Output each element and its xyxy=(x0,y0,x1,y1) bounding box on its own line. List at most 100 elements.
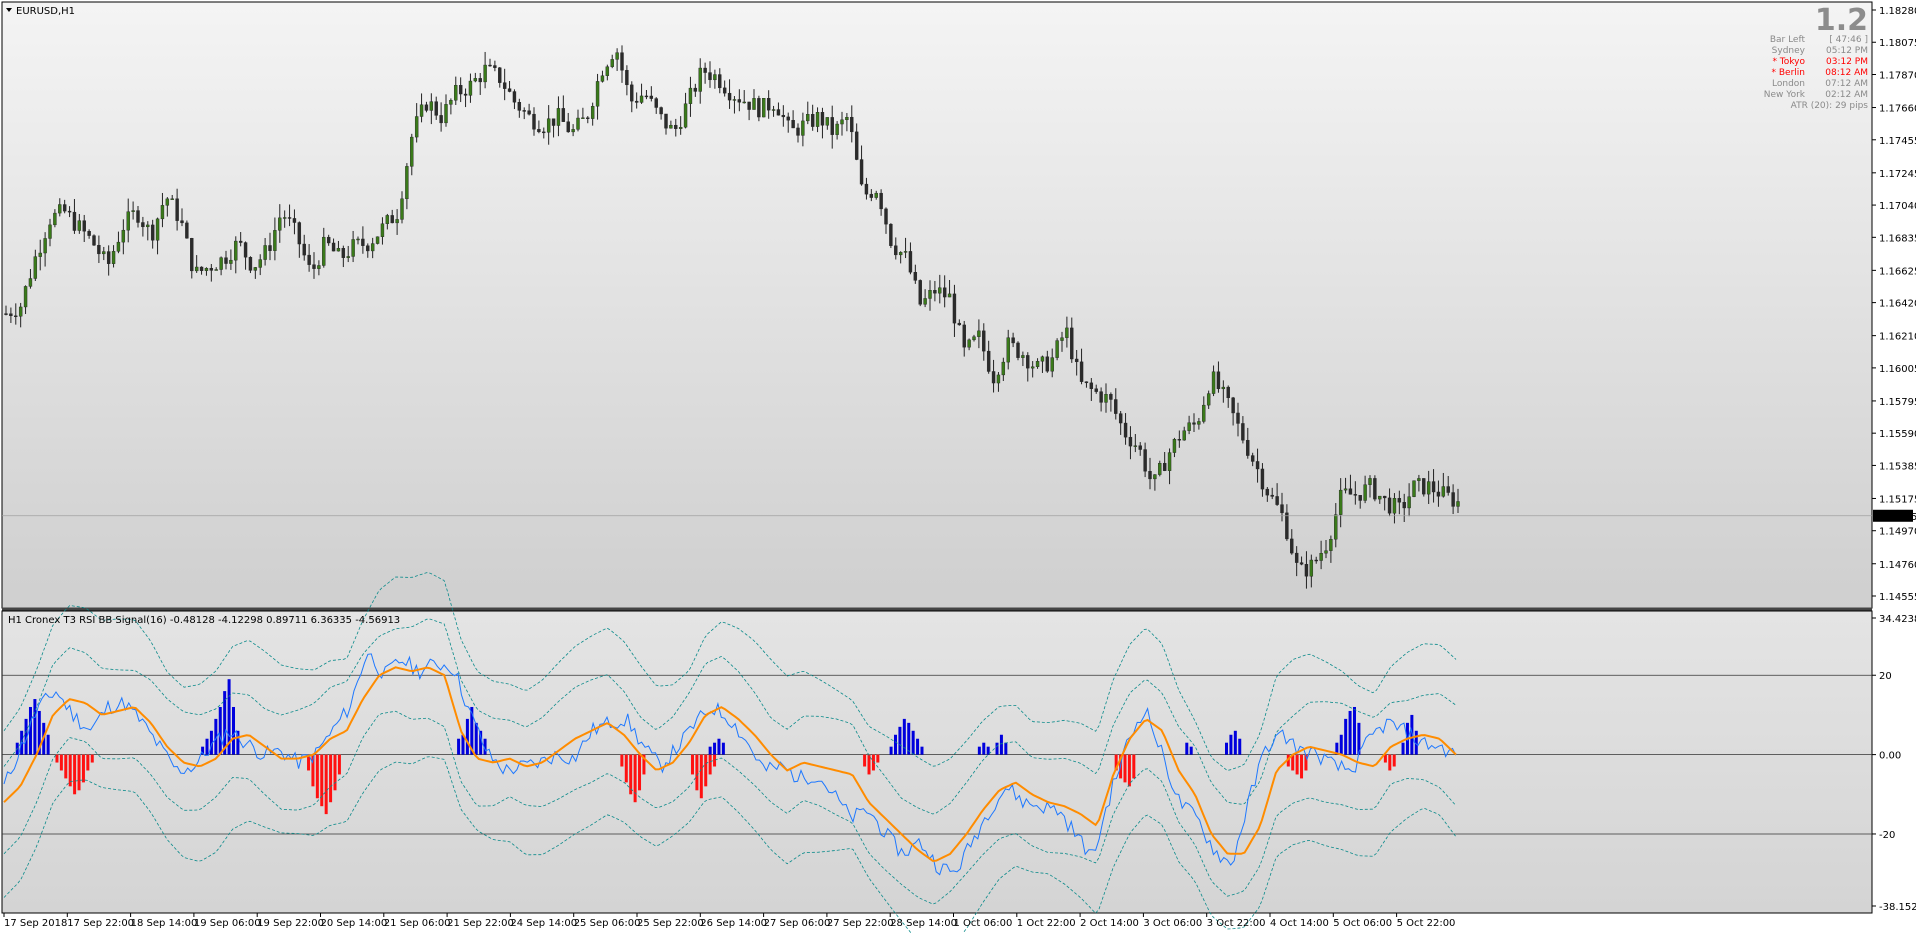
candle-bear xyxy=(498,67,502,83)
candle-bear xyxy=(1074,358,1079,363)
candle-bull xyxy=(576,117,580,130)
time-tick-label: 17 Sep 2018 xyxy=(4,918,67,929)
histogram-bar-pos xyxy=(1401,742,1405,755)
candle-bull xyxy=(1363,484,1367,501)
candle-bull xyxy=(410,136,414,167)
candle-bear xyxy=(991,371,996,384)
candle-bull xyxy=(732,99,737,101)
time-tick-label: 21 Sep 22:00 xyxy=(447,918,514,929)
candle-bull xyxy=(395,219,399,224)
price-tick-label: 1.16210 xyxy=(1879,332,1916,343)
candle-bear xyxy=(766,98,771,111)
candle-bear xyxy=(1314,559,1318,562)
price-pane[interactable] xyxy=(2,2,1872,608)
session-label: * Tokyo xyxy=(1772,57,1805,67)
candle-bear xyxy=(1162,462,1167,471)
indicator-tick-label: 34.42389 xyxy=(1879,614,1916,625)
price-tick-label: 1.16005 xyxy=(1879,364,1916,375)
info-big-value: 1.2 xyxy=(1815,3,1868,38)
histogram-bar-pos xyxy=(1352,706,1356,755)
candle-bull xyxy=(1133,445,1138,447)
candle-bull xyxy=(346,256,350,258)
price-tick-label: 1.17455 xyxy=(1879,136,1916,147)
candle-bull xyxy=(1035,361,1040,367)
candle-bull xyxy=(590,106,595,119)
histogram-bar-neg xyxy=(1127,754,1131,787)
candle-bull xyxy=(1334,514,1338,540)
candle-bear xyxy=(439,115,443,124)
histogram-bar-pos xyxy=(1225,742,1229,755)
candle-bull xyxy=(28,278,33,287)
indicator-axis[interactable]: 34.42389 20 0.00 -20 -38.15277 xyxy=(1872,614,1916,913)
candle-bull xyxy=(116,241,121,252)
candle-bull xyxy=(155,218,160,241)
candle-bull xyxy=(131,210,135,212)
price-tick-label: 1.14760 xyxy=(1879,560,1916,571)
time-tick-label: 28 Sep 14:00 xyxy=(890,918,957,929)
histogram-bar-pos xyxy=(223,691,227,755)
candle-bull xyxy=(405,166,409,200)
candle-bull xyxy=(419,104,424,117)
candle-bull xyxy=(845,116,849,121)
histogram-bar-neg xyxy=(863,754,867,767)
candle-bear xyxy=(1177,439,1182,441)
time-axis[interactable]: 17 Sep 2018 17 Sep 22:0018 Sep 14:0019 Se… xyxy=(3,913,1455,929)
indicator-tick-label: -38.15277 xyxy=(1879,902,1916,913)
candle-bear xyxy=(292,218,297,223)
histogram-bar-pos xyxy=(231,706,235,755)
candle-bull xyxy=(1065,327,1069,338)
candle-bull xyxy=(996,374,1001,384)
candle-bull xyxy=(121,229,126,243)
histogram-bar-neg xyxy=(708,754,712,775)
time-tick-label: 27 Sep 06:00 xyxy=(764,918,831,929)
candle-bear xyxy=(92,235,96,246)
indicator-tick-label: 20 xyxy=(1879,671,1892,682)
candle-bull xyxy=(1030,366,1035,369)
candle-bear xyxy=(649,95,654,99)
histogram-bar-neg xyxy=(876,754,880,763)
time-tick-label: 27 Sep 22:00 xyxy=(827,918,894,929)
chart-canvas[interactable]: 1.18280 1.18075 1.17870 1.17660 1.17455 1.172… xyxy=(0,0,1916,933)
histogram-bar-pos xyxy=(1185,742,1189,755)
candle-bear xyxy=(1299,562,1304,565)
time-tick-label: 1 Oct 06:00 xyxy=(954,918,1013,929)
candle-bear xyxy=(312,264,316,269)
candle-bull xyxy=(58,204,62,214)
candle-bear xyxy=(150,224,155,241)
candle-bear xyxy=(566,121,570,133)
candle-bull xyxy=(713,74,717,81)
candle-bear xyxy=(458,85,463,95)
candle-bull xyxy=(1338,489,1343,515)
candle-bull xyxy=(23,286,28,308)
candle-bull xyxy=(1104,394,1108,403)
candle-bear xyxy=(1045,356,1050,372)
candle-bear xyxy=(757,98,761,118)
candle-bull xyxy=(278,217,282,231)
time-tick-label: 19 Sep 22:00 xyxy=(257,918,324,929)
candle-bear xyxy=(434,101,438,116)
candle-bull xyxy=(762,98,766,118)
candle-bear xyxy=(175,198,179,221)
candle-bull xyxy=(429,101,434,111)
histogram-bar-pos xyxy=(907,722,911,755)
candle-bull xyxy=(1158,462,1162,475)
candle-bull xyxy=(669,124,673,129)
indicator-pane[interactable] xyxy=(2,611,1872,913)
candle-bull xyxy=(698,67,702,92)
candle-bear xyxy=(962,324,966,348)
candle-bear xyxy=(302,243,306,256)
candle-bear xyxy=(297,222,302,245)
time-tick-label: 4 Oct 14:00 xyxy=(1270,918,1329,929)
candle-bull xyxy=(263,245,267,260)
candle-bear xyxy=(1260,468,1265,490)
candle-bear xyxy=(1358,495,1362,501)
candle-bear xyxy=(199,266,204,271)
histogram-bar-pos xyxy=(889,746,893,755)
candle-bull xyxy=(771,109,776,111)
candle-bear xyxy=(586,117,590,119)
candle-bear xyxy=(493,65,497,68)
time-tick-label: 3 Oct 06:00 xyxy=(1143,918,1202,929)
candle-bull xyxy=(595,81,600,107)
time-tick-label: 19 Sep 06:00 xyxy=(194,918,261,929)
candle-bear xyxy=(551,118,556,126)
